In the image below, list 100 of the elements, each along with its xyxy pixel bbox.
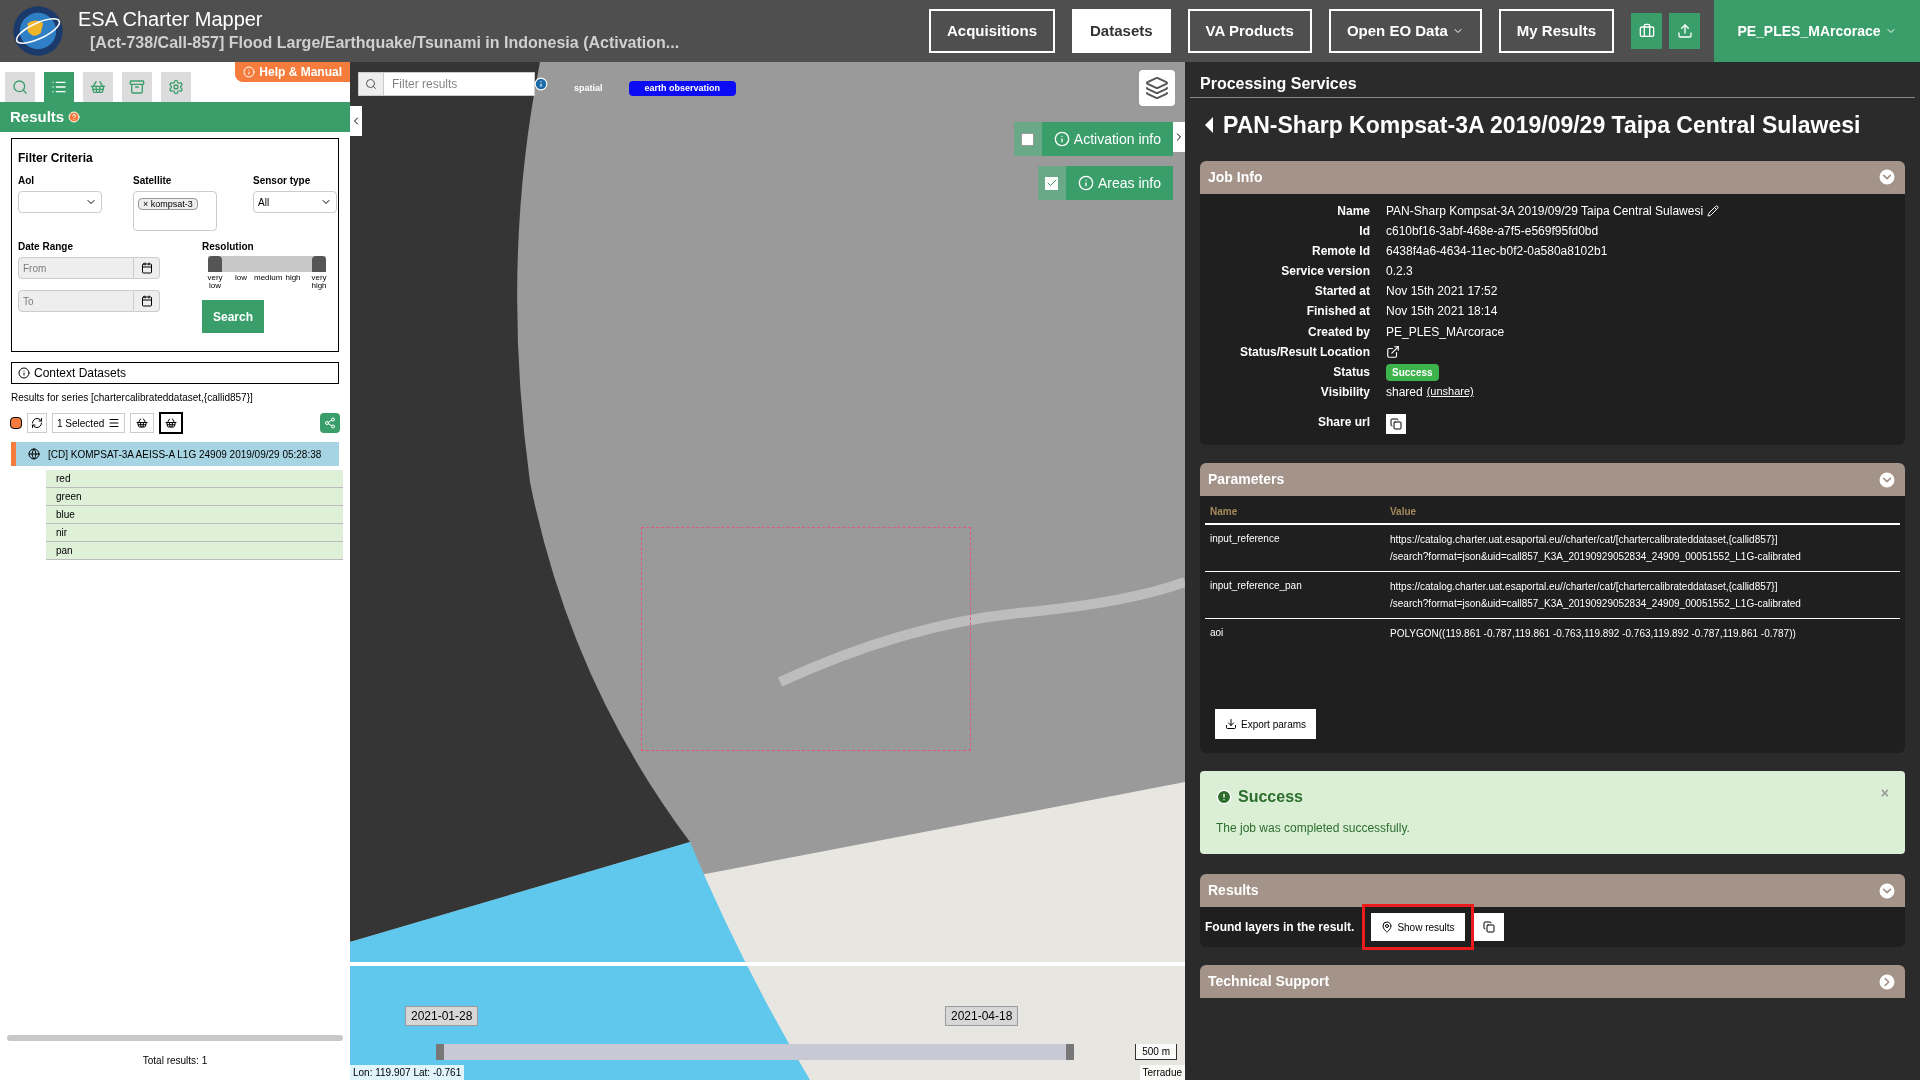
table-cell-text: POLYGON((119.861 -0.787,119.861 -0.763,119.892 -0.763,119.892 -0.787,119.861 -0.787)) [1390,627,1797,642]
date-field[interactable]: To [18,290,134,312]
select-checkbox[interactable] [10,417,22,429]
band-item[interactable]: nir [46,524,343,542]
satellite-field[interactable]: × kompsat-3 [133,191,217,231]
external-link-icon[interactable] [1386,344,1400,359]
copy-button[interactable] [1386,414,1406,435]
table-cell-text: input_reference [1209,532,1281,547]
nav-tab[interactable]: VA Products [1187,9,1312,53]
field-label: Sensor type [253,174,312,188]
date-field[interactable]: From [18,257,134,279]
timeline-track[interactable] [436,1044,1074,1060]
panel-tab[interactable] [122,72,152,102]
dataset-item[interactable]: [CD] KOMPSAT-3A AEISS-A L1G 24909 2019/09/29 05:28:38 [11,442,339,466]
tick-label: very low [206,274,224,290]
layers-button[interactable] [1139,70,1175,106]
band-item[interactable]: red [46,470,343,488]
series-text: Results for series [chartercalibrateddataset,{callid857}] [11,391,254,405]
field-label: Id [1358,222,1370,240]
alert-message: The job was completed successfully. [1216,820,1411,838]
archive-icon [129,79,145,95]
field-label: Satellite [133,174,173,188]
field-label: Name [1336,202,1370,220]
nav-tab[interactable]: Acquisitions [929,9,1056,53]
timeline-handle[interactable] [436,1044,444,1060]
table-cell-text: https://catalog.charter.uat.esaportal.eu//charter/cat/[chartercalibrateddataset,{callid857}] [1390,580,1779,595]
copy-button[interactable] [1473,913,1504,942]
table-cell-text: input_reference_pan [1209,579,1303,594]
panel-tab[interactable] [83,72,113,102]
results-text: Found layers in the result. [1205,919,1355,937]
list-icon [51,79,67,95]
band-item[interactable]: green [46,488,343,506]
band-item[interactable]: pan [46,542,343,560]
search-icon [365,78,377,90]
panel-tab[interactable] [161,72,191,102]
panel-tab[interactable] [5,72,35,102]
attribution-text: Terradue [1139,1065,1185,1080]
download-icon [1225,718,1237,731]
section-title: Job Info [1208,167,1263,187]
total-results: Total results: 1 [141,1054,209,1068]
add-basket-button[interactable] [159,412,184,434]
field-value: 0.2.3 [1386,263,1413,281]
field-label: Status/Result Location [1239,343,1370,361]
toggle-checkbox[interactable] [1021,132,1035,146]
chevron-down-icon[interactable] [1877,469,1897,490]
scrollbar[interactable] [7,1035,343,1041]
timeline-handle[interactable] [1066,1044,1074,1060]
slider-thumb[interactable] [208,256,222,272]
share-icon [324,417,336,429]
tag[interactable]: earth observation [628,81,737,96]
field-value: 6438f4a6-4634-11ec-b0f2-0a580a8102b1 [1386,242,1608,260]
collapse-left-button[interactable] [350,106,362,136]
refresh-button[interactable] [27,413,47,433]
field-label: AoI [18,174,36,188]
briefcase-button[interactable] [1631,13,1662,49]
coordinates-text: Lon: 119.907 Lat: -0.761 [350,1065,465,1080]
upload-icon [1676,23,1693,39]
share-button[interactable] [320,413,340,433]
panel-tab[interactable] [44,72,74,102]
scale-bar: 500 m [1135,1044,1177,1060]
expand-right-button[interactable] [1173,122,1185,152]
nav-tab[interactable]: Datasets [1072,9,1171,53]
field-value: Nov 15th 2021 18:14 [1386,303,1498,321]
export-params-button[interactable]: Export params [1215,709,1317,740]
toggle-checkbox[interactable] [1045,176,1059,190]
band-item[interactable]: blue [46,506,343,524]
pencil-icon[interactable] [1707,204,1720,217]
field-value: shared [1386,384,1423,402]
resolution-slider[interactable] [208,256,326,272]
field-value: PE_PLES_MArcorace [1386,323,1505,341]
chevron-down-icon[interactable] [1877,880,1897,901]
unshare-link[interactable]: (unshare) [1426,383,1474,402]
map-pin-icon [1381,921,1394,934]
calendar-button[interactable] [134,257,160,279]
globe-icon [28,448,40,460]
help-icon[interactable] [68,111,81,123]
nav-tab[interactable]: Open EO Data [1328,9,1482,53]
filter-results-field[interactable]: Filter results [384,72,535,96]
copy-icon [1390,418,1402,431]
briefcase-icon [1638,23,1655,39]
slider-thumb[interactable] [312,256,326,272]
satellite-chip[interactable]: × kompsat-3 [138,198,198,210]
upload-button[interactable] [1669,13,1700,49]
chevron-down-icon[interactable] [1877,167,1897,187]
chevron-right-icon[interactable] [1877,971,1897,992]
filter-title: Filter Criteria [18,150,94,167]
sensor-select[interactable]: All [253,191,337,213]
globe-logo-icon[interactable] [12,5,64,57]
field-label: Finished at [1305,303,1370,321]
selected-menu-button[interactable]: 1 Selected [52,413,126,433]
alert-title: Success [1238,787,1303,808]
calendar-button[interactable] [134,290,160,312]
context-datasets-bar[interactable]: Context Datasets [11,362,339,384]
tick-label: high [284,274,302,284]
show-results-button[interactable]: Show results [1371,913,1465,942]
section-title: Results [1208,881,1259,901]
info-icon[interactable] [534,77,548,91]
back-arrow-icon[interactable] [1205,117,1213,134]
nav-tab[interactable]: My Results [1498,9,1614,53]
info-icon [1077,175,1094,191]
